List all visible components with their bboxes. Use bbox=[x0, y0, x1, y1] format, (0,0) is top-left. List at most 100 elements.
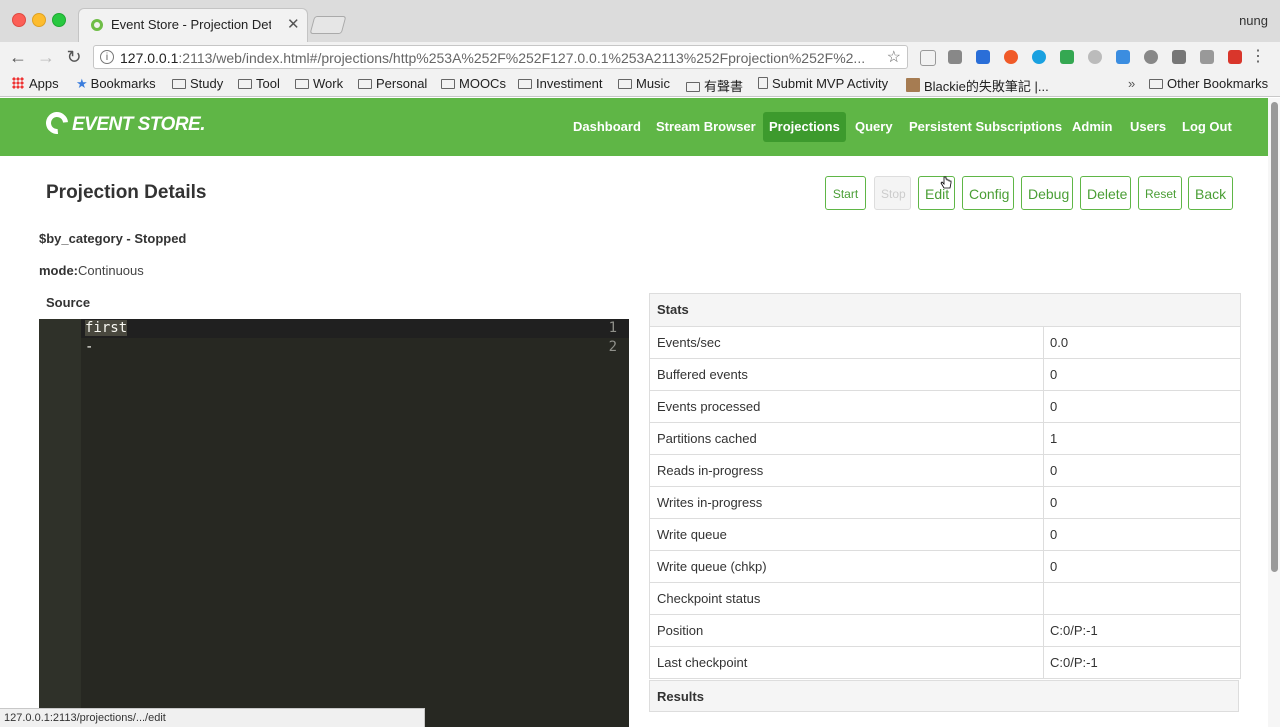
info-icon[interactable]: i bbox=[100, 50, 114, 64]
line-number: 1 bbox=[608, 320, 617, 336]
bookmark-bookmarks[interactable]: ★ Bookmarks bbox=[76, 76, 156, 92]
folder-icon bbox=[686, 82, 700, 92]
nav-stream-browser[interactable]: Stream Browser bbox=[656, 112, 756, 142]
extension-skype-icon[interactable] bbox=[1032, 50, 1046, 64]
extension-trello-icon[interactable] bbox=[948, 50, 962, 64]
stat-value: 0 bbox=[1043, 359, 1246, 390]
back-button[interactable]: Back bbox=[1188, 176, 1233, 210]
page-title: Projection Details bbox=[46, 182, 207, 203]
stat-value: 0 bbox=[1043, 519, 1246, 550]
bookmark-other[interactable]: Other Bookmarks bbox=[1149, 76, 1268, 91]
bookmark-submit-mvp[interactable]: Submit MVP Activity bbox=[758, 76, 888, 91]
stat-value bbox=[1043, 583, 1246, 614]
tab-close-icon[interactable]: ✕ bbox=[287, 15, 300, 33]
extension-pocket-icon[interactable] bbox=[976, 50, 990, 64]
bookmark-blackie[interactable]: Blackie的失敗筆記 |... bbox=[906, 76, 1049, 95]
stat-key: Position bbox=[657, 623, 704, 638]
bookmark-music[interactable]: Music bbox=[618, 76, 670, 91]
line-number: 2 bbox=[608, 339, 617, 355]
profile-name[interactable]: nung bbox=[1239, 13, 1268, 28]
extension-orange-icon[interactable] bbox=[1004, 50, 1018, 64]
stats-row: Partitions cached 1 bbox=[650, 423, 1240, 455]
close-window-button[interactable] bbox=[12, 13, 26, 27]
bookmark-work[interactable]: Work bbox=[295, 76, 343, 91]
extension-gray-icon[interactable] bbox=[1088, 50, 1102, 64]
start-button[interactable]: Start bbox=[825, 176, 866, 210]
bookmark-personal[interactable]: Personal bbox=[358, 76, 427, 91]
stats-row: Reads in-progress 0 bbox=[650, 455, 1240, 487]
extension-timer-icon[interactable] bbox=[1144, 50, 1158, 64]
eyedropper-icon[interactable] bbox=[1200, 50, 1214, 64]
stats-row: Last checkpoint C:0/P:-1 bbox=[650, 647, 1240, 679]
maximize-window-button[interactable] bbox=[52, 13, 66, 27]
bookmark-apps[interactable]: Apps bbox=[12, 76, 59, 91]
browser-tab-active[interactable]: Event Store - Projection Detail ✕ bbox=[78, 8, 308, 42]
editor-active-line bbox=[81, 319, 629, 338]
stat-key: Reads in-progress bbox=[657, 463, 764, 478]
stats-title: Stats bbox=[650, 294, 1240, 327]
scrollbar-thumb[interactable] bbox=[1271, 102, 1278, 572]
nav-users[interactable]: Users bbox=[1130, 112, 1166, 142]
nav-projections[interactable]: Projections bbox=[763, 112, 846, 142]
back-arrow-icon[interactable]: ← bbox=[8, 47, 28, 67]
new-tab-button[interactable] bbox=[309, 16, 347, 34]
download-icon[interactable] bbox=[1116, 50, 1130, 64]
extension-line-icon[interactable] bbox=[1172, 50, 1186, 64]
stats-row: Write queue (chkp) 0 bbox=[650, 551, 1240, 583]
bookmark-study[interactable]: Study bbox=[172, 76, 223, 91]
forward-arrow-icon[interactable]: → bbox=[36, 47, 56, 67]
stat-value: 0 bbox=[1043, 487, 1246, 518]
nav-admin[interactable]: Admin bbox=[1072, 112, 1112, 142]
folder-icon bbox=[441, 79, 455, 89]
browser-menu-icon[interactable]: ⋮ bbox=[1250, 46, 1266, 66]
stats-row: Writes in-progress 0 bbox=[650, 487, 1240, 519]
browser-titlebar: Event Store - Projection Detail ✕ nung bbox=[0, 0, 1280, 43]
stat-key: Writes in-progress bbox=[657, 495, 763, 510]
browser-status-url: 127.0.0.1:2113/projections/.../edit bbox=[0, 708, 425, 727]
source-editor[interactable]: 1 first 2 - bbox=[39, 319, 629, 727]
nav-dashboard[interactable]: Dashboard bbox=[573, 112, 641, 142]
extension-green-icon[interactable] bbox=[1060, 50, 1074, 64]
eventstore-favicon-icon bbox=[91, 19, 103, 31]
bookmark-star-icon[interactable]: ☆ bbox=[887, 47, 901, 67]
folder-icon bbox=[358, 79, 372, 89]
bookmark-tool[interactable]: Tool bbox=[238, 76, 280, 91]
tab-title: Event Store - Projection Detail bbox=[111, 17, 271, 32]
stat-value: C:0/P:-1 bbox=[1043, 615, 1246, 646]
debug-button[interactable]: Debug bbox=[1021, 176, 1073, 210]
editor-gutter bbox=[39, 319, 81, 727]
bookmark-investiment[interactable]: Investiment bbox=[518, 76, 602, 91]
stat-value: 0 bbox=[1043, 551, 1246, 582]
stop-button[interactable]: Stop bbox=[874, 176, 911, 210]
page-scrollbar[interactable] bbox=[1268, 98, 1280, 727]
url-text[interactable]: 127.0.0.1:2113/web/index.html#/projectio… bbox=[120, 50, 870, 66]
eventstore-logo[interactable]: EVENT STORE. bbox=[41, 107, 206, 139]
stat-key: Write queue (chkp) bbox=[657, 559, 767, 574]
reset-button[interactable]: Reset bbox=[1138, 176, 1182, 210]
reload-icon[interactable]: ↻ bbox=[64, 47, 84, 67]
stat-key: Events processed bbox=[657, 399, 761, 414]
minimize-window-button[interactable] bbox=[32, 13, 46, 27]
bookmark-moocs[interactable]: MOOCs bbox=[441, 76, 506, 91]
folder-icon bbox=[618, 79, 632, 89]
extension-s-icon[interactable] bbox=[1228, 50, 1242, 64]
nav-query[interactable]: Query bbox=[855, 112, 893, 142]
avatar-icon bbox=[906, 78, 920, 92]
folder-icon bbox=[518, 79, 532, 89]
config-button[interactable]: Config bbox=[962, 176, 1014, 210]
code-line[interactable]: first bbox=[85, 320, 128, 336]
stat-key: Partitions cached bbox=[657, 431, 757, 446]
nav-persistent-subscriptions[interactable]: Persistent Subscriptions bbox=[909, 112, 1062, 142]
bookmark-audiobooks[interactable]: 有聲書 bbox=[686, 76, 743, 95]
address-bar[interactable]: i 127.0.0.1:2113/web/index.html#/project… bbox=[93, 45, 908, 69]
projection-status: $by_category - Stopped bbox=[39, 231, 187, 246]
nav-log-out[interactable]: Log Out bbox=[1182, 112, 1232, 142]
stats-row: Events/sec 0.0 bbox=[650, 327, 1240, 359]
extension-copy-icon[interactable] bbox=[920, 50, 936, 66]
bookmarks-overflow-chevron-icon[interactable]: » bbox=[1128, 76, 1135, 91]
stat-key: Events/sec bbox=[657, 335, 721, 350]
code-line[interactable]: - bbox=[85, 339, 93, 355]
star-icon: ★ bbox=[76, 76, 88, 91]
stat-value: 0 bbox=[1043, 455, 1246, 486]
delete-button[interactable]: Delete bbox=[1080, 176, 1131, 210]
